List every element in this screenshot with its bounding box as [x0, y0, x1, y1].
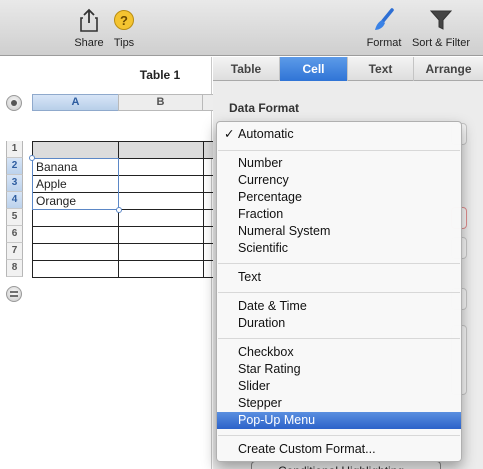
tips-button[interactable]: ? Tips [110, 8, 138, 49]
row-header-4[interactable]: 4 [6, 192, 23, 209]
funnel-icon [429, 10, 453, 30]
row-header-8[interactable]: 8 [6, 260, 23, 277]
tab-text[interactable]: Text [348, 57, 414, 81]
table-select-button[interactable] [6, 95, 22, 111]
menu-item-numeral-system[interactable]: Numeral System [217, 223, 461, 240]
data-format-label: Data Format [229, 101, 300, 115]
sort-filter-button[interactable]: Sort & Filter [410, 8, 472, 49]
column-header-a[interactable]: A [32, 94, 119, 111]
selection-handle[interactable] [116, 207, 122, 213]
tips-label: Tips [113, 37, 135, 49]
menu-item-currency[interactable]: Currency [217, 172, 461, 189]
table-cell[interactable] [33, 261, 119, 278]
menu-item-star-rating[interactable]: Star Rating [217, 361, 461, 378]
menu-item-text[interactable]: Text [217, 269, 461, 286]
table-cell[interactable] [119, 227, 204, 244]
row-header-1[interactable]: 1 [6, 141, 23, 158]
table-cell[interactable] [119, 244, 204, 261]
menu-separator [218, 263, 460, 264]
menu-item-slider[interactable]: Slider [217, 378, 461, 395]
checkmark-icon: ✓ [224, 127, 235, 141]
row-header-2[interactable]: 2 [6, 158, 23, 175]
table-cell[interactable] [119, 176, 204, 193]
menu-item-label: Automatic [238, 127, 294, 141]
menu-item-scientific[interactable]: Scientific [217, 240, 461, 257]
tab-cell[interactable]: Cell [280, 57, 348, 81]
row-header-3[interactable]: 3 [6, 175, 23, 192]
table-title[interactable]: Table 1 [118, 68, 202, 82]
select-dot-icon [11, 100, 17, 106]
table-cell[interactable] [119, 210, 204, 227]
menu-separator [218, 150, 460, 151]
table-cell[interactable] [119, 193, 204, 210]
inspector-tabs: Table Cell Text Arrange [213, 57, 483, 81]
share-button[interactable]: Share [72, 8, 106, 49]
menu-item-create-custom-format[interactable]: Create Custom Format... [217, 441, 461, 458]
menu-separator [218, 338, 460, 339]
table-cell[interactable] [33, 210, 119, 227]
menu-item-checkbox[interactable]: Checkbox [217, 344, 461, 361]
svg-text:?: ? [120, 13, 128, 28]
table-cell[interactable] [119, 159, 204, 176]
cell-selection-box[interactable] [32, 158, 119, 210]
header-cell[interactable] [33, 142, 119, 159]
share-label: Share [74, 37, 104, 49]
row-header-5[interactable]: 5 [6, 209, 23, 226]
menu-item-number[interactable]: Number [217, 155, 461, 172]
help-icon: ? [114, 10, 134, 30]
menu-item-automatic[interactable]: ✓ Automatic [217, 126, 461, 143]
selection-handle[interactable] [29, 155, 35, 161]
data-format-menu: ✓ Automatic Number Currency Percentage F… [216, 121, 462, 462]
column-header-b[interactable]: B [118, 94, 203, 111]
add-row-button[interactable] [6, 286, 22, 302]
conditional-highlighting-button[interactable]: Conditional Highlighting... [251, 461, 441, 469]
table-cell[interactable] [119, 261, 204, 278]
sort-filter-label: Sort & Filter [411, 37, 471, 49]
format-label: Format [366, 37, 402, 49]
menu-item-stepper[interactable]: Stepper [217, 395, 461, 412]
table-cell[interactable] [33, 244, 119, 261]
format-button[interactable]: Format [362, 8, 406, 49]
share-icon [80, 8, 98, 32]
menu-item-pop-up-menu[interactable]: Pop-Up Menu [217, 412, 461, 429]
equals-icon [10, 291, 18, 297]
menu-item-percentage[interactable]: Percentage [217, 189, 461, 206]
row-header-6[interactable]: 6 [6, 226, 23, 243]
table-cell[interactable] [33, 227, 119, 244]
row-header-7[interactable]: 7 [6, 243, 23, 260]
menu-item-fraction[interactable]: Fraction [217, 206, 461, 223]
menu-separator [218, 292, 460, 293]
menu-item-date-time[interactable]: Date & Time [217, 298, 461, 315]
tab-arrange[interactable]: Arrange [414, 57, 483, 81]
menu-separator [218, 435, 460, 436]
menu-item-duration[interactable]: Duration [217, 315, 461, 332]
toolbar: Share ? Tips Format Sort & Filter [0, 0, 483, 56]
paintbrush-icon [375, 8, 394, 30]
tab-table[interactable]: Table [213, 57, 280, 81]
header-cell[interactable] [119, 142, 204, 159]
